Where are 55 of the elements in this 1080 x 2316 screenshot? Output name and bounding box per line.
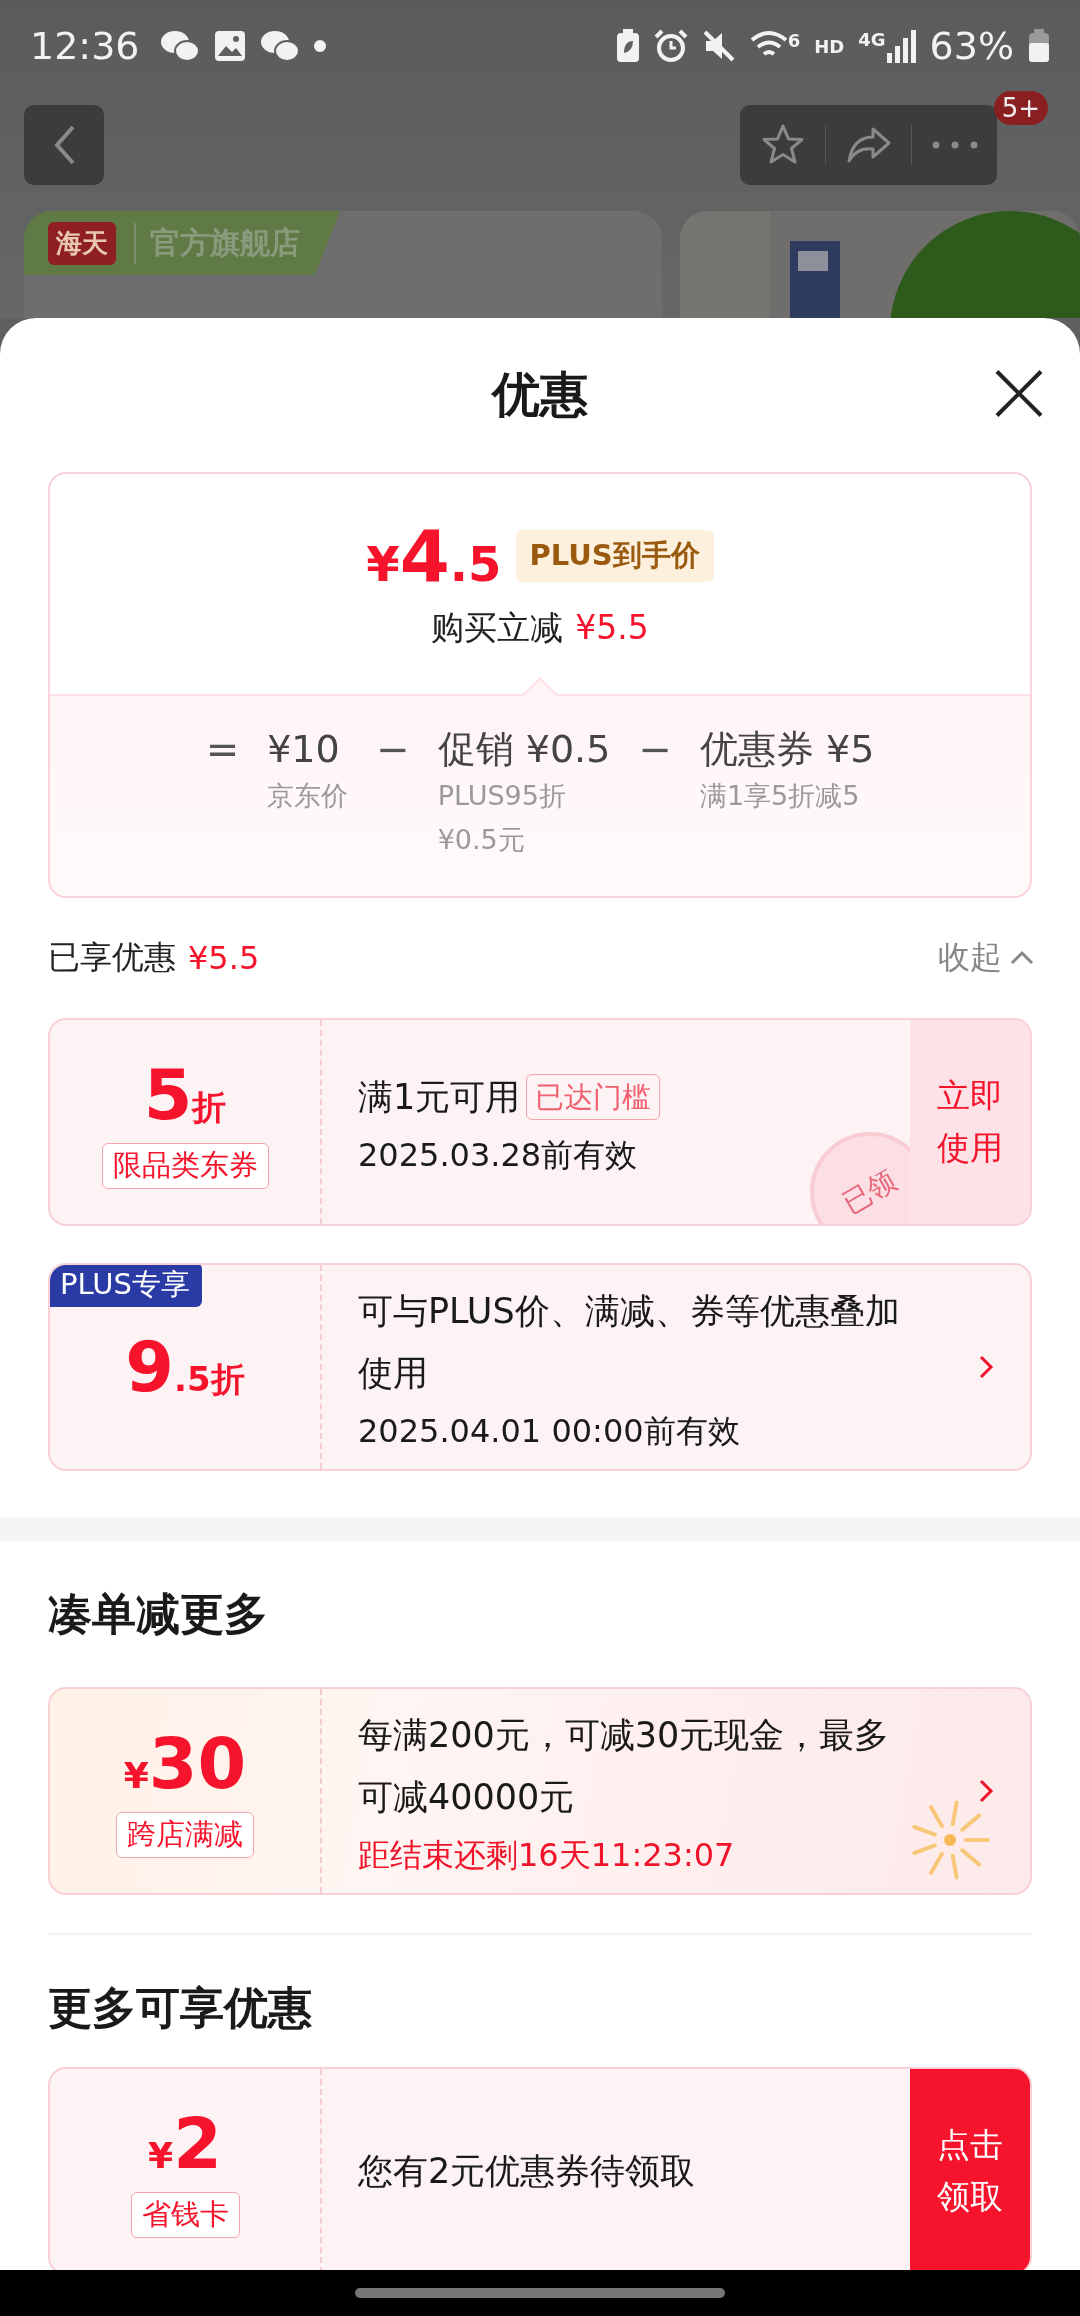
signal-icon: [885, 29, 916, 63]
saving-text: 购买立减 ¥5.5: [431, 607, 649, 649]
validity-text: 2025.04.01 00:00前有效: [358, 1411, 741, 1452]
operator-sign: −: [638, 725, 672, 774]
notification-badge: 5+: [993, 91, 1048, 125]
countdown-text: 距结束还剩16天11:23:07: [358, 1835, 736, 1876]
coupon-tag: 省钱卡: [130, 2192, 240, 2238]
coupon-title: 满1元可用: [358, 1076, 521, 1119]
coupon-tag: 限品类东券: [101, 1143, 269, 1189]
validity-text: 2025.03.28前有效: [358, 1135, 639, 1176]
final-price: ¥4.5: [366, 514, 502, 598]
coupon-tag: 跨店满减: [116, 1812, 254, 1858]
clock-time: 12:36: [30, 24, 140, 68]
coupon-value: ¥2: [148, 2104, 222, 2184]
use-now-button[interactable]: 立即使用: [910, 1020, 1030, 1224]
collapse-toggle[interactable]: 收起: [938, 936, 1032, 980]
enjoyed-label: 已享优惠: [48, 937, 176, 978]
store-logo: 海天: [48, 221, 116, 265]
threshold-badge: 已达门槛: [526, 1074, 661, 1120]
coupon-value: ¥30: [123, 1724, 247, 1804]
battery-percent: 63%: [929, 24, 1014, 68]
coupon-value: 9.5折: [125, 1327, 245, 1407]
breakdown-value: ¥10: [267, 726, 341, 773]
section-heading: 凑单减更多: [48, 1586, 268, 1641]
battery-icon: [1028, 29, 1050, 63]
dot-icon: [313, 40, 326, 52]
battery-saver-icon: [615, 29, 640, 63]
enjoyed-amount: ¥5.5: [188, 939, 260, 977]
mute-icon: [701, 29, 736, 63]
back-button[interactable]: [24, 105, 104, 185]
price-tag: PLUS到手价: [515, 530, 714, 582]
coupon-title: 可与PLUS价、满减、券等优惠叠加使用: [358, 1290, 901, 1395]
hd-label: HD: [814, 35, 845, 57]
operator-sign: −: [376, 725, 410, 774]
chat-bubbles-icon: [159, 29, 200, 63]
chat-bubbles-icon: [259, 29, 300, 63]
breakdown-note: ¥0.5元: [437, 823, 526, 857]
wifi-label: 6: [787, 30, 801, 51]
image-icon: [213, 30, 246, 62]
breakdown-note: 京东价: [267, 779, 349, 813]
coupon-title: 您有2元优惠券待领取: [358, 2150, 696, 2193]
alarm-icon: [653, 29, 688, 63]
plus-tag: PLUS专享: [50, 1265, 202, 1307]
breakdown-note: PLUS95折: [437, 779, 567, 813]
operator-sign: =: [205, 725, 240, 774]
sheet-title: 优惠: [492, 365, 588, 424]
claim-button[interactable]: 点击领取: [910, 2069, 1030, 2270]
breakdown-value: 优惠券 ¥5: [699, 726, 875, 773]
coupon-title: 每满200元，可减30元现金，最多可减40000元: [358, 1714, 891, 1819]
coupon-value: 5折: [143, 1055, 227, 1135]
more-icon: [931, 141, 978, 149]
section-heading: 更多可享优惠: [48, 1980, 312, 2035]
breakdown-value: 促销 ¥0.5: [437, 726, 611, 773]
network-label: 4G: [858, 29, 886, 50]
breakdown-note: 满1享5折减5: [699, 779, 861, 813]
